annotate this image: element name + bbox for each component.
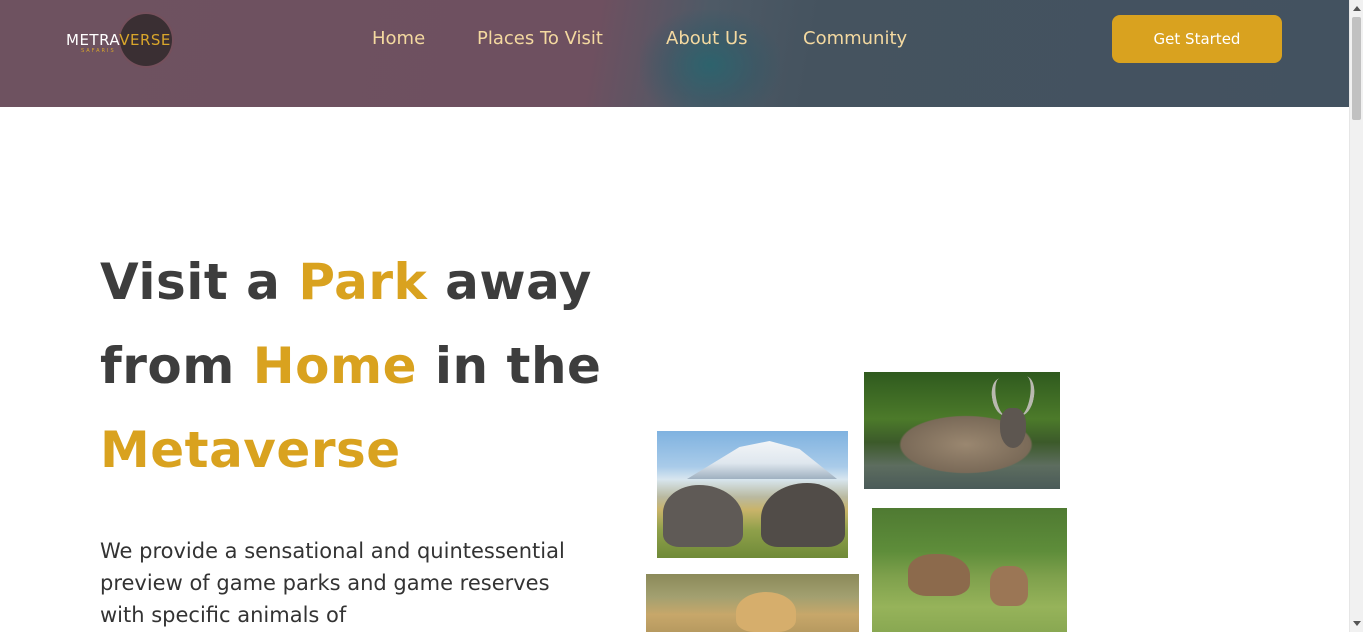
site-header: METRAVERSE SAFARIS Home Places To Visit … [0,0,1349,107]
photo-kudu [864,372,1060,489]
hero-title-highlight-park: Park [298,253,428,311]
scrollbar-thumb[interactable] [1352,17,1361,120]
hero-title-part: away [427,253,592,311]
photo-cheetah [646,574,859,632]
hero-title-highlight-metaverse: Metaverse [100,421,401,479]
nav-places-to-visit[interactable]: Places To Visit [477,28,603,49]
photo-elephants [657,431,848,558]
hero-title-highlight-home: Home [252,337,417,395]
nav-home[interactable]: Home [372,28,425,49]
nav-community[interactable]: Community [803,28,907,49]
header-gradient-glow [640,10,780,107]
nav-about-us[interactable]: About Us [666,28,748,49]
photo-eland [872,508,1067,632]
page-scrollbar[interactable] [1349,0,1363,632]
get-started-button[interactable]: Get Started [1112,15,1282,63]
scroll-up-arrow-icon[interactable] [1353,6,1361,11]
hero-title: Visit a Park away from Home in the Metav… [100,240,640,492]
hero-title-part: Visit a [100,253,299,311]
hero-description: We provide a sensational and quintessent… [100,539,565,627]
scroll-down-arrow-icon[interactable] [1353,621,1361,626]
hero-title-part: from [100,337,253,395]
hero-title-part: in the [417,337,602,395]
